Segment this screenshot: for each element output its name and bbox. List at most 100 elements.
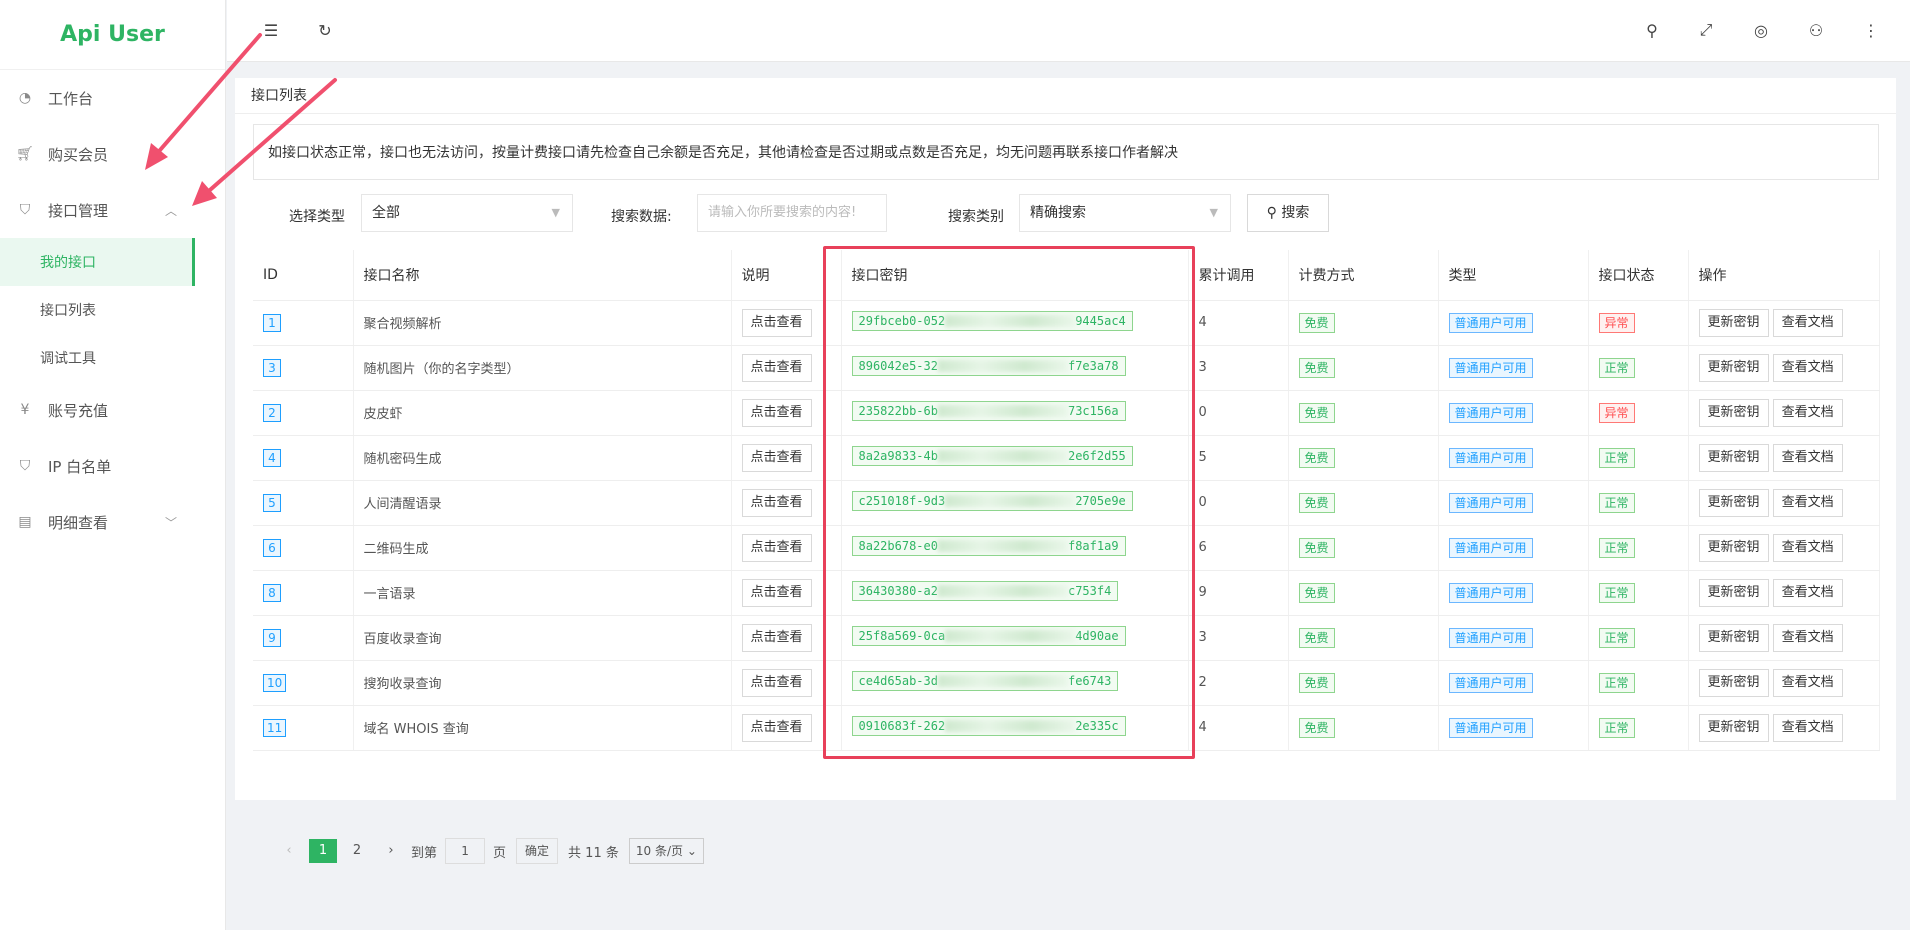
row-calls: 3 [1188,615,1289,661]
goto-page-input[interactable]: 1 [445,838,486,864]
sidebar-item-buy-membership[interactable]: 🛒︎ 购买会员 [0,126,225,182]
globe-icon[interactable]: ◎ [1749,18,1773,42]
sidebar-subitem-debug-tool[interactable]: 调试工具 [0,334,225,382]
view-desc-button[interactable]: 点击查看 [741,668,812,697]
sidebar-subitem-api-list[interactable]: 接口列表 [0,286,225,334]
status-badge: 正常 [1598,357,1635,378]
refresh-key-button[interactable]: 更新密钥 [1698,488,1769,517]
row-actions: 更新密钥 查看文档 [1688,525,1880,571]
api-key[interactable]: 235822bb-6b 73c156a [851,400,1126,421]
refresh-key-button[interactable]: 更新密钥 [1698,623,1769,652]
view-desc-button[interactable]: 点击查看 [741,353,812,382]
col-header-calls: 累计调用 [1188,250,1289,301]
page-1-button[interactable]: 1 [309,839,337,863]
sidebar-item-api-management[interactable]: ⛉ 接口管理 ︿ [0,182,225,238]
refresh-key-button[interactable]: 更新密钥 [1698,668,1769,697]
sidebar-item-recharge[interactable]: ¥ 账号充值 [0,382,225,438]
view-desc-button[interactable]: 点击查看 [741,443,812,472]
refresh-key-button[interactable]: 更新密钥 [1698,578,1769,607]
id-badge: 5 [263,493,281,512]
table-header-row: ID 接口名称 说明 接口密钥 累计调用 计费方式 类型 接口状态 操作 [253,250,1880,301]
billing-tag: 免费 [1298,627,1335,648]
row-name: 随机密码生成 [353,435,732,481]
next-page-icon[interactable]: › [377,839,405,863]
api-key-tail: c753f4 [1067,583,1112,598]
row-calls: 5 [1188,435,1289,481]
view-docs-button[interactable]: 查看文档 [1772,488,1843,517]
api-key[interactable]: c251018f-9d3 2705e9e [851,490,1133,511]
page-size-select[interactable]: 10 条/页 ⌄ [628,838,704,864]
api-key[interactable]: 36430380-a2 c753f4 [851,580,1119,601]
menu-collapse-icon[interactable]: ☰ [259,18,283,42]
refresh-icon[interactable]: ↻ [313,18,337,42]
type-tag: 普通用户可用 [1448,537,1533,558]
view-desc-button[interactable]: 点击查看 [741,488,812,517]
view-desc-button[interactable]: 点击查看 [741,308,812,337]
type-filter-select[interactable]: 全部 ▼ [361,194,573,232]
status-badge: 正常 [1598,672,1635,693]
more-icon[interactable]: ⋮ [1859,18,1883,42]
search-data-label: 搜索数据: [611,209,672,225]
billing-tag: 免费 [1298,312,1335,333]
view-docs-button[interactable]: 查看文档 [1772,623,1843,652]
refresh-key-button[interactable]: 更新密钥 [1698,353,1769,382]
sidebar-item-details[interactable]: ▤ 明细查看 ﹀ [0,494,225,550]
refresh-key-button[interactable]: 更新密钥 [1698,443,1769,472]
refresh-key-button[interactable]: 更新密钥 [1698,713,1769,742]
api-key-tail: 73c156a [1067,403,1119,418]
api-key[interactable]: 25f8a569-0ca 4d90ae [851,625,1126,646]
view-desc-button[interactable]: 点击查看 [741,533,812,562]
search-input[interactable]: 请输入你所要搜索的内容! [697,194,887,232]
refresh-key-button[interactable]: 更新密钥 [1698,308,1769,337]
category-filter-select[interactable]: 精确搜索 ▼ [1019,194,1231,232]
view-desc-button[interactable]: 点击查看 [741,623,812,652]
col-header-actions: 操作 [1688,250,1880,301]
blurred-key-segment [945,630,1076,642]
blurred-key-segment [937,405,1068,417]
sidebar-item-ip-whitelist[interactable]: ⛉ IP 白名单 [0,438,225,494]
refresh-key-button[interactable]: 更新密钥 [1698,533,1769,562]
id-badge: 10 [263,673,287,692]
row-desc: 点击查看 [731,615,842,661]
api-key[interactable]: 8a22b678-e0 f8af1a9 [851,535,1126,556]
filter-bar: 选择类型 全部 ▼ 搜索数据: 请输入你所要搜索的内容! 搜索类别 精确搜索 ▼… [235,194,1896,234]
row-calls: 6 [1188,525,1289,571]
view-docs-button[interactable]: 查看文档 [1772,308,1843,337]
row-type: 普通用户可用 [1438,345,1589,391]
view-desc-button[interactable]: 点击查看 [741,398,812,427]
user-icon[interactable]: ⚇ [1804,18,1828,42]
row-desc: 点击查看 [731,300,842,346]
row-billing: 免费 [1288,615,1439,661]
goto-confirm-button[interactable]: 确定 [516,838,559,864]
row-type: 普通用户可用 [1438,300,1589,346]
api-key[interactable]: 29fbceb0-052 9445ac4 [851,310,1133,331]
view-docs-button[interactable]: 查看文档 [1772,398,1843,427]
search-button[interactable]: ⚲ 搜索 [1247,194,1329,232]
pagination: ‹ 1 2 › 到第 1 页 确定 共 11 条 10 条/页 ⌄ [275,838,704,864]
sidebar-item-dashboard[interactable]: ◔ 工作台 [0,70,225,126]
view-docs-button[interactable]: 查看文档 [1772,578,1843,607]
search-icon[interactable]: ⚲ [1640,18,1664,42]
page-2-button[interactable]: 2 [343,839,371,863]
row-actions: 更新密钥 查看文档 [1688,660,1880,706]
view-docs-button[interactable]: 查看文档 [1772,668,1843,697]
view-docs-button[interactable]: 查看文档 [1772,353,1843,382]
sidebar-subitem-my-apis[interactable]: 我的接口 [0,238,195,286]
fullscreen-icon[interactable]: ⤢ [1694,18,1718,42]
view-docs-button[interactable]: 查看文档 [1772,713,1843,742]
api-key[interactable]: ce4d65ab-3d fe6743 [851,670,1119,691]
type-tag: 普通用户可用 [1448,402,1533,423]
shield-icon: ⛉ [19,202,31,218]
row-id: 1 [253,300,354,346]
row-billing: 免费 [1288,525,1439,571]
refresh-key-button[interactable]: 更新密钥 [1698,398,1769,427]
view-desc-button[interactable]: 点击查看 [741,713,812,742]
prev-page-icon[interactable]: ‹ [275,839,303,863]
view-docs-button[interactable]: 查看文档 [1772,443,1843,472]
view-desc-button[interactable]: 点击查看 [741,578,812,607]
api-key[interactable]: 8a2a9833-4b 2e6f2d55 [851,445,1133,466]
api-key-tail: 2705e9e [1075,493,1126,508]
view-docs-button[interactable]: 查看文档 [1772,533,1843,562]
api-key[interactable]: 896042e5-32 f7e3a78 [851,355,1126,376]
api-key[interactable]: 0910683f-262 2e335c [851,715,1126,736]
